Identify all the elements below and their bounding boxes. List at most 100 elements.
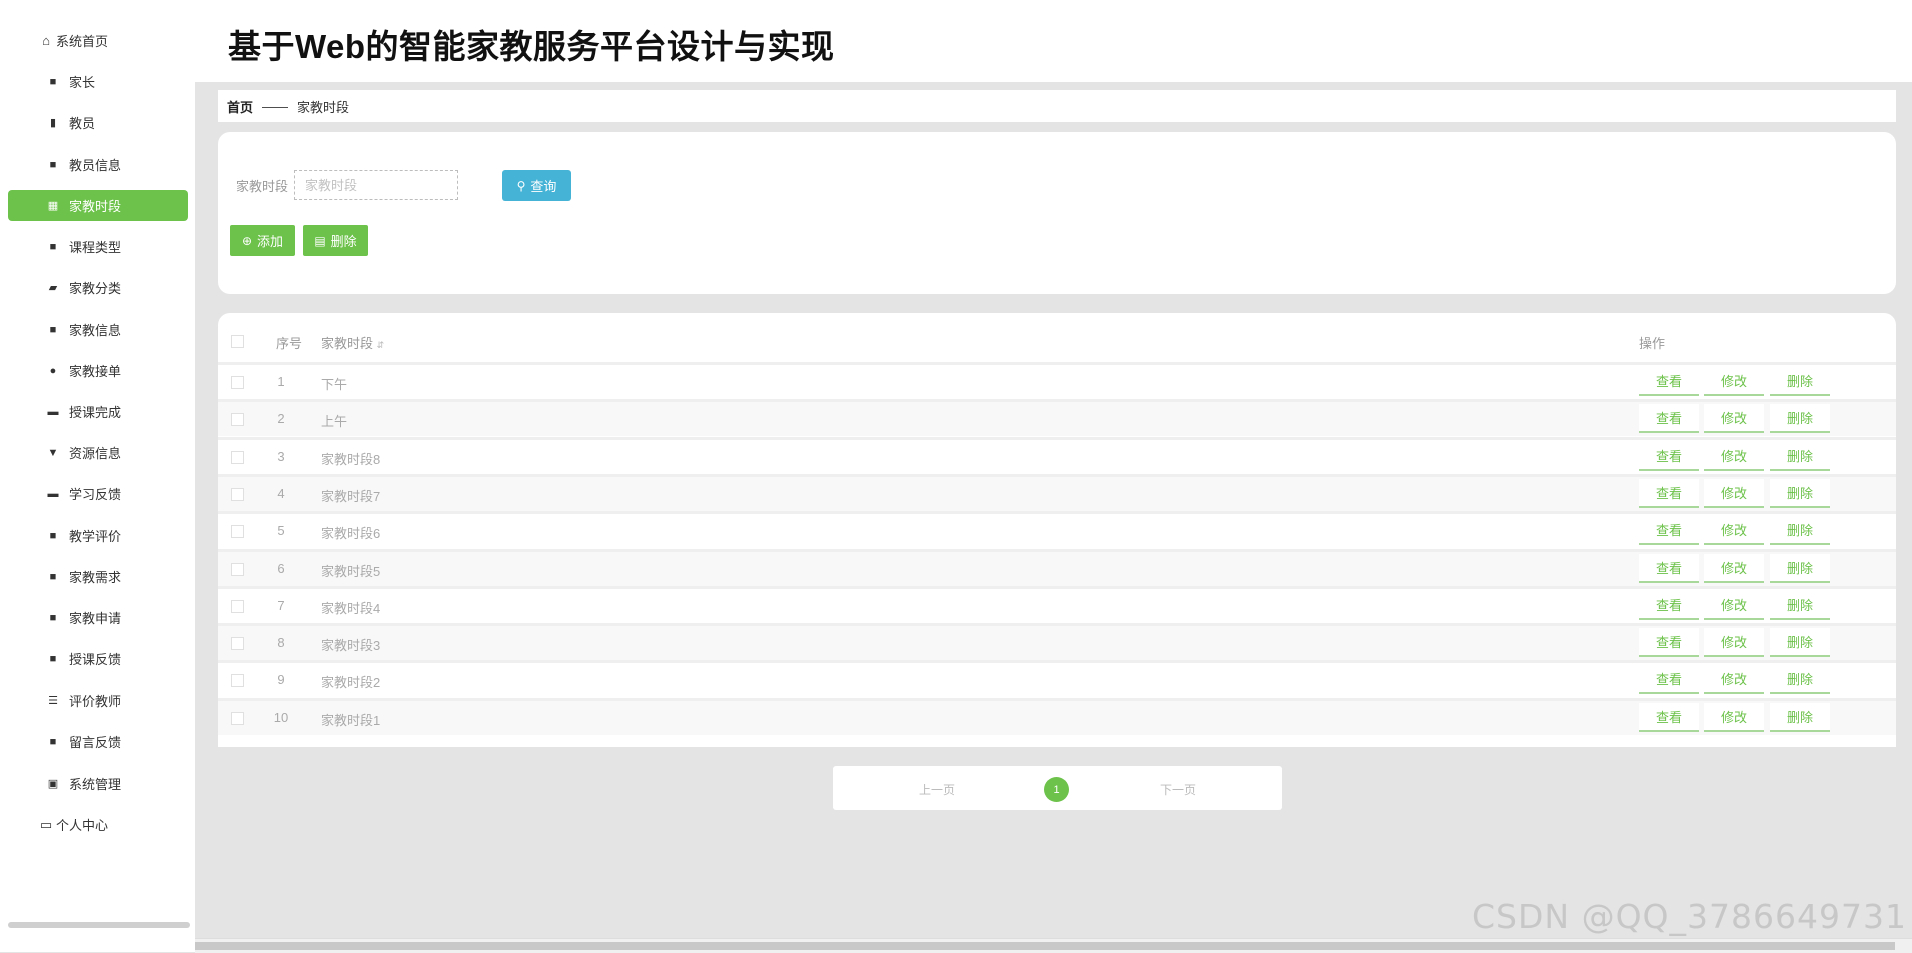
edit-button[interactable]: 修改 <box>1704 404 1764 434</box>
sidebar: ⌂ 系统首页 ■ 家长 ▮ 教员 ■ 教员信息 ▦ 家教时段 ■ 课程类型 ▰ 家教分类 ■ 家教信息 ● 家教接… <box>0 0 195 952</box>
search-icon: ⚲ <box>516 178 526 193</box>
breadcrumb-current: 家教时段 <box>297 99 350 115</box>
view-button[interactable]: 查看 <box>1639 441 1699 471</box>
sidebar-item[interactable]: ■ 授课反馈 <box>8 643 188 674</box>
view-button[interactable]: 查看 <box>1639 478 1699 508</box>
prev-page-button[interactable]: 上一页 <box>919 781 955 798</box>
row-checkbox[interactable] <box>231 413 244 427</box>
sidebar-item-label: 家教需求 <box>69 570 122 585</box>
book-icon: ▬ <box>47 487 59 500</box>
sidebar-scrollbar[interactable] <box>8 922 190 928</box>
sidebar-item[interactable]: ▼ 资源信息 <box>8 437 188 468</box>
edit-button[interactable]: 修改 <box>1704 628 1764 658</box>
user-icon: ● <box>49 364 57 377</box>
sidebar-item-label: 家教时段 <box>69 199 122 214</box>
next-page-button[interactable]: 下一页 <box>1160 781 1196 798</box>
sidebar-item[interactable]: ▣ 系统管理 <box>8 768 188 799</box>
table-row: 6 家教时段5 查看 修改 删除 <box>218 548 1896 586</box>
sidebar-item[interactable]: ■ 教学评价 <box>8 520 188 551</box>
row-delete-button[interactable]: 删除 <box>1770 665 1830 695</box>
grid-icon: ■ <box>49 735 57 748</box>
row-delete-button[interactable]: 删除 <box>1770 367 1830 396</box>
sidebar-item[interactable]: ▦ 家教时段 <box>8 190 188 221</box>
sidebar-item[interactable]: ■ 教员信息 <box>8 149 188 180</box>
view-button[interactable]: 查看 <box>1639 590 1699 620</box>
edit-button[interactable]: 修改 <box>1704 665 1764 695</box>
page-number-button[interactable]: 1 <box>1044 777 1069 802</box>
row-checkbox[interactable] <box>231 376 244 389</box>
row-delete-button[interactable]: 删除 <box>1770 478 1830 508</box>
row-checkbox[interactable] <box>231 637 244 651</box>
sidebar-item[interactable]: ■ 课程类型 <box>8 231 188 262</box>
row-period: 家教时段7 <box>321 488 381 504</box>
sidebar-item[interactable]: ☰ 评价教师 <box>8 685 188 716</box>
row-checkbox[interactable] <box>231 599 244 613</box>
grid-icon: ■ <box>49 240 57 253</box>
sidebar-item[interactable]: ▭ 个人中心 <box>8 809 188 840</box>
edit-button[interactable]: 修改 <box>1704 367 1764 396</box>
row-checkbox[interactable] <box>231 674 244 688</box>
view-button[interactable]: 查看 <box>1639 367 1699 396</box>
edit-button[interactable]: 修改 <box>1704 590 1764 620</box>
header-index: 序号 <box>276 336 303 351</box>
edit-button[interactable]: 修改 <box>1704 441 1764 471</box>
grid-icon: ■ <box>49 75 57 88</box>
bar-chart-icon: ▮ <box>49 117 57 129</box>
sidebar-item-label: 家长 <box>69 75 96 90</box>
horizontal-scrollbar[interactable] <box>195 938 1912 953</box>
header-period[interactable]: 家教时段 ⇵ <box>321 333 384 352</box>
row-delete-button[interactable]: 删除 <box>1770 553 1830 583</box>
sidebar-item[interactable]: ▬ 学习反馈 <box>8 478 188 509</box>
sidebar-item[interactable]: ■ 家教需求 <box>8 561 188 592</box>
table-row: 5 家教时段6 查看 修改 删除 <box>218 511 1896 549</box>
row-period: 家教时段2 <box>321 675 381 691</box>
search-panel: 家教时段 ⚲ 查询 ⊕ 添加 ▤ 删除 <box>218 132 1896 294</box>
sidebar-item[interactable]: ■ 留言反馈 <box>8 726 188 757</box>
breadcrumb-home[interactable]: 首页 <box>227 97 253 116</box>
sidebar-item-label: 个人中心 <box>56 818 109 833</box>
view-button[interactable]: 查看 <box>1639 404 1699 434</box>
row-delete-button[interactable]: 删除 <box>1770 404 1830 434</box>
edit-button[interactable]: 修改 <box>1704 516 1764 546</box>
edit-button[interactable]: 修改 <box>1704 478 1764 508</box>
sidebar-item[interactable]: ■ 家教信息 <box>8 314 188 345</box>
row-checkbox[interactable] <box>231 487 244 501</box>
edit-button[interactable]: 修改 <box>1704 553 1764 583</box>
pagination: 上一页 1 下一页 <box>833 766 1282 810</box>
view-button[interactable]: 查看 <box>1639 628 1699 658</box>
sidebar-item[interactable]: ■ 家长 <box>8 66 188 97</box>
sidebar-item[interactable]: ⌂ 系统首页 <box>8 25 188 56</box>
row-delete-button[interactable]: 删除 <box>1770 702 1830 732</box>
add-button[interactable]: ⊕ 添加 <box>230 225 295 256</box>
sidebar-item[interactable]: ■ 家教申请 <box>8 602 188 633</box>
view-button[interactable]: 查看 <box>1639 665 1699 695</box>
delete-button[interactable]: ▤ 删除 <box>303 225 368 256</box>
row-checkbox[interactable] <box>231 711 244 725</box>
sidebar-item[interactable]: ▰ 家教分类 <box>8 272 188 303</box>
query-button[interactable]: ⚲ 查询 <box>502 170 571 201</box>
row-checkbox[interactable] <box>231 562 244 576</box>
row-period: 家教时段8 <box>321 451 381 467</box>
view-button[interactable]: 查看 <box>1639 553 1699 583</box>
sidebar-item-label: 授课完成 <box>69 405 122 420</box>
page-title: 基于Web的智能家教服务平台设计与实现 <box>228 28 835 65</box>
view-button[interactable]: 查看 <box>1639 516 1699 546</box>
edit-button[interactable]: 修改 <box>1704 702 1764 732</box>
sort-icon[interactable]: ⇵ <box>377 340 385 350</box>
sliders-icon: ☰ <box>48 695 58 707</box>
sidebar-item[interactable]: ▮ 教员 <box>8 107 188 138</box>
row-delete-button[interactable]: 删除 <box>1770 441 1830 471</box>
breadcrumb: 首页 —— 家教时段 <box>218 90 1896 122</box>
query-button-label: 查询 <box>530 179 557 194</box>
sidebar-item[interactable]: ▬ 授课完成 <box>8 396 188 427</box>
scrollbar-thumb[interactable] <box>195 942 1895 950</box>
row-delete-button[interactable]: 删除 <box>1770 516 1830 546</box>
view-button[interactable]: 查看 <box>1639 702 1699 732</box>
row-checkbox[interactable] <box>231 450 244 464</box>
row-checkbox[interactable] <box>231 525 244 539</box>
sidebar-item[interactable]: ● 家教接单 <box>8 355 188 386</box>
row-delete-button[interactable]: 删除 <box>1770 590 1830 620</box>
select-all-checkbox[interactable] <box>231 335 244 348</box>
row-delete-button[interactable]: 删除 <box>1770 628 1830 658</box>
search-input[interactable] <box>294 170 458 200</box>
